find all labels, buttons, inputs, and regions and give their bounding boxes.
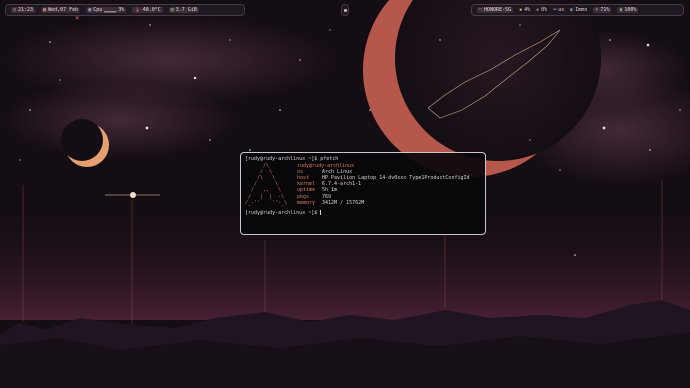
memory-icon: ▤ xyxy=(170,7,174,13)
close-icon[interactable]: × xyxy=(75,14,79,22)
terminal-prompt: [rudy@rudy-archlinux ~]$ xyxy=(245,209,321,216)
battery-value: 100% xyxy=(624,7,637,13)
cpu-icon: ▣ xyxy=(88,7,92,13)
wifi-icon: ◠ xyxy=(479,7,483,13)
terminal-prompt-active[interactable]: [rudy@rudy-archlinux ~]$ xyxy=(245,209,481,216)
cpu-small-value: 4% xyxy=(524,7,531,13)
workspace-dot xyxy=(343,8,347,12)
network-widget[interactable]: ◠ HONORE-5G xyxy=(477,7,514,13)
battery-icon: ▮ xyxy=(619,7,623,13)
temperature-widget[interactable]: 🌡 48.0°C xyxy=(132,7,163,13)
pfetch-output: /\ / \ /\ \ / \ / ,, \ / | | -\ /_-'' ''… xyxy=(245,163,481,206)
mem-small-widget[interactable]: ▪ 0% xyxy=(536,7,547,13)
arch-logo: /\ / \ /\ \ / \ / ,, \ / | | -\ /_-'' ''… xyxy=(245,163,288,206)
cpu-small-widget[interactable]: ▪ 4% xyxy=(519,7,530,13)
brightness-value: 71% xyxy=(600,7,610,13)
terminal-cursor xyxy=(320,209,322,215)
network-name: HONORE-5G xyxy=(484,7,512,13)
brightness-icon: ☀ xyxy=(595,7,599,13)
status-bar-right: ◠ HONORE-5G ▪ 4% ▪ 0% ⌨ us ◐ Immo ☀ 71% … xyxy=(471,4,684,16)
cpu-percent: 3% xyxy=(118,7,125,13)
battery-widget[interactable]: ▮ 100% xyxy=(617,7,639,13)
clock-icon: ◷ xyxy=(13,7,17,13)
keyboard-widget[interactable]: ⌨ us xyxy=(553,7,564,13)
keyboard-layout: us xyxy=(558,7,565,13)
mode-value: Immo xyxy=(575,7,588,13)
clock-widget[interactable]: ◷ 21:23 xyxy=(11,7,36,13)
workspace-indicator[interactable] xyxy=(341,4,349,16)
cpu-label: Cpu xyxy=(93,7,103,13)
terminal-window[interactable]: [rudy@rudy-archlinux ~]$ pfetch /\ / \ /… xyxy=(240,152,486,235)
clock-date: Wed,07 Feb xyxy=(48,7,79,13)
keyboard-icon: ⌨ xyxy=(553,7,557,13)
thermometer-icon: 🌡 xyxy=(134,7,141,13)
memory-widget[interactable]: ▤ 3.7 GiB xyxy=(168,7,199,13)
memory-value: 3.7 GiB xyxy=(175,7,197,13)
mode-icon: ◐ xyxy=(570,7,574,13)
clock-time: 21:23 xyxy=(18,7,34,13)
pfetch-row: memory 3412M / 15762M xyxy=(297,199,365,206)
cpu-small-icon: ▪ xyxy=(519,7,523,13)
brightness-widget[interactable]: ☀ 71% xyxy=(593,7,612,13)
mode-widget[interactable]: ◐ Immo xyxy=(570,7,587,13)
date-widget[interactable]: ▦ Wed,07 Feb xyxy=(41,7,81,13)
cpu-graph: ▁▁▁▁ xyxy=(104,7,117,13)
terminal-prompt-command: [rudy@rudy-archlinux ~]$ pfetch xyxy=(245,156,339,162)
calendar-icon: ▦ xyxy=(43,7,47,13)
cpu-widget[interactable]: ▣ Cpu ▁▁▁▁ 3% xyxy=(86,7,127,13)
pfetch-info: rudy@rudy-archlinux os Arch Linux host HP … xyxy=(297,163,470,206)
temperature-value: 48.0°C xyxy=(142,7,161,13)
mem-small-value: 0% xyxy=(541,7,548,13)
mem-small-icon: ▪ xyxy=(536,7,540,13)
status-bar-left: ◷ 21:23 ▦ Wed,07 Feb ▣ Cpu ▁▁▁▁ 3% 🌡 48.… xyxy=(5,4,245,16)
